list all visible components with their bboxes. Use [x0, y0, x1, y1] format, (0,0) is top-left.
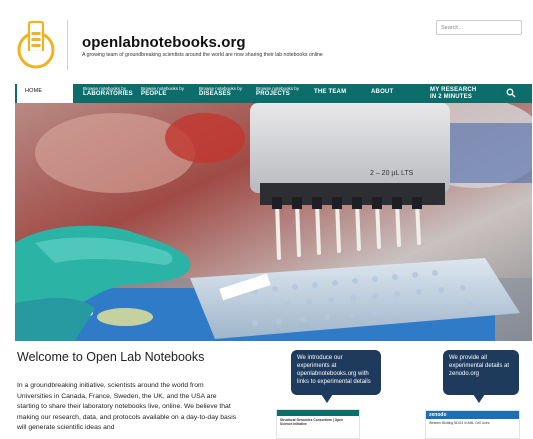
nav-item-about[interactable]: ABOUT: [371, 84, 393, 103]
nav-item-my-research[interactable]: MY RESEARCH IN 2 MINUTES: [430, 84, 476, 103]
nav-item-sublabel: Browse notebooks by: [199, 86, 243, 91]
search-input[interactable]: [436, 20, 522, 35]
nav-item-sublabel: Browse notebooks by: [256, 86, 300, 91]
nav-item-projects[interactable]: Browse notebooks by PROJECTS: [256, 84, 299, 103]
info-bubble-openlabnotebooks: We introduce our experiments at openlabn…: [291, 350, 381, 403]
header-divider: [67, 20, 68, 70]
nav-home-label: HOME: [25, 88, 43, 94]
info-bubble-zenodo: We provide all experimental details at z…: [443, 350, 519, 403]
search-icon[interactable]: [506, 88, 516, 98]
nav-item-the-team[interactable]: THE TEAM: [314, 84, 346, 103]
nav-item-label: PROJECTS: [256, 91, 290, 97]
zenodo-thumbnail[interactable]: zenodo Western Blotting NDG3 in AML Cell…: [425, 410, 520, 439]
openlabnotebooks-thumbnail[interactable]: Structural Genomics Consortium | Open Sc…: [276, 409, 360, 439]
site-title[interactable]: openlabnotebooks.org: [82, 34, 246, 51]
hero-photo-lab-pipette: 2 – 20 µL LTS: [15, 103, 532, 341]
site-logo[interactable]: [15, 20, 57, 70]
nav-item-sublabel: Browse notebooks by: [141, 86, 185, 91]
nav-item-label: ABOUT: [371, 89, 394, 95]
nav-item-label: MY RESEARCH: [430, 87, 477, 93]
nav-item-sublabel: Browse notebooks by: [83, 86, 127, 91]
nav-item-label: IN 2 MINUTES: [430, 94, 473, 100]
nav-item-people[interactable]: Browse notebooks by PEOPLE: [141, 84, 184, 103]
main-nav: HOME Browse notebooks by LABORATORIES Br…: [15, 84, 532, 103]
site-tagline: A growing team of groundbreaking scienti…: [82, 52, 323, 58]
nav-item-laboratories[interactable]: Browse notebooks by LABORATORIES: [83, 84, 133, 103]
welcome-heading: Welcome to Open Lab Notebooks: [17, 350, 205, 364]
thumbnail-title: Western Blotting NDG3 in AML Cell Lines: [429, 421, 490, 425]
nav-item-label: THE TEAM: [314, 89, 347, 95]
site-header: openlabnotebooks.org A growing team of g…: [0, 0, 533, 80]
hero-image: 2 – 20 µL LTS: [15, 103, 532, 341]
pipette-label: 2 – 20 µL LTS: [370, 170, 414, 177]
intro-paragraph: In a groundbreaking initiative, scientis…: [17, 382, 237, 431]
zenodo-logo: zenodo: [426, 411, 519, 419]
thumbnail-title: Structural Genomics Consortium | Open Sc…: [280, 418, 344, 426]
nav-item-label: PEOPLE: [141, 91, 167, 97]
nav-item-home[interactable]: HOME: [15, 84, 73, 103]
nav-item-label: DISEASES: [199, 91, 231, 97]
nav-item-diseases[interactable]: Browse notebooks by DISEASES: [199, 84, 242, 103]
nav-item-label: LABORATORIES: [83, 91, 133, 97]
